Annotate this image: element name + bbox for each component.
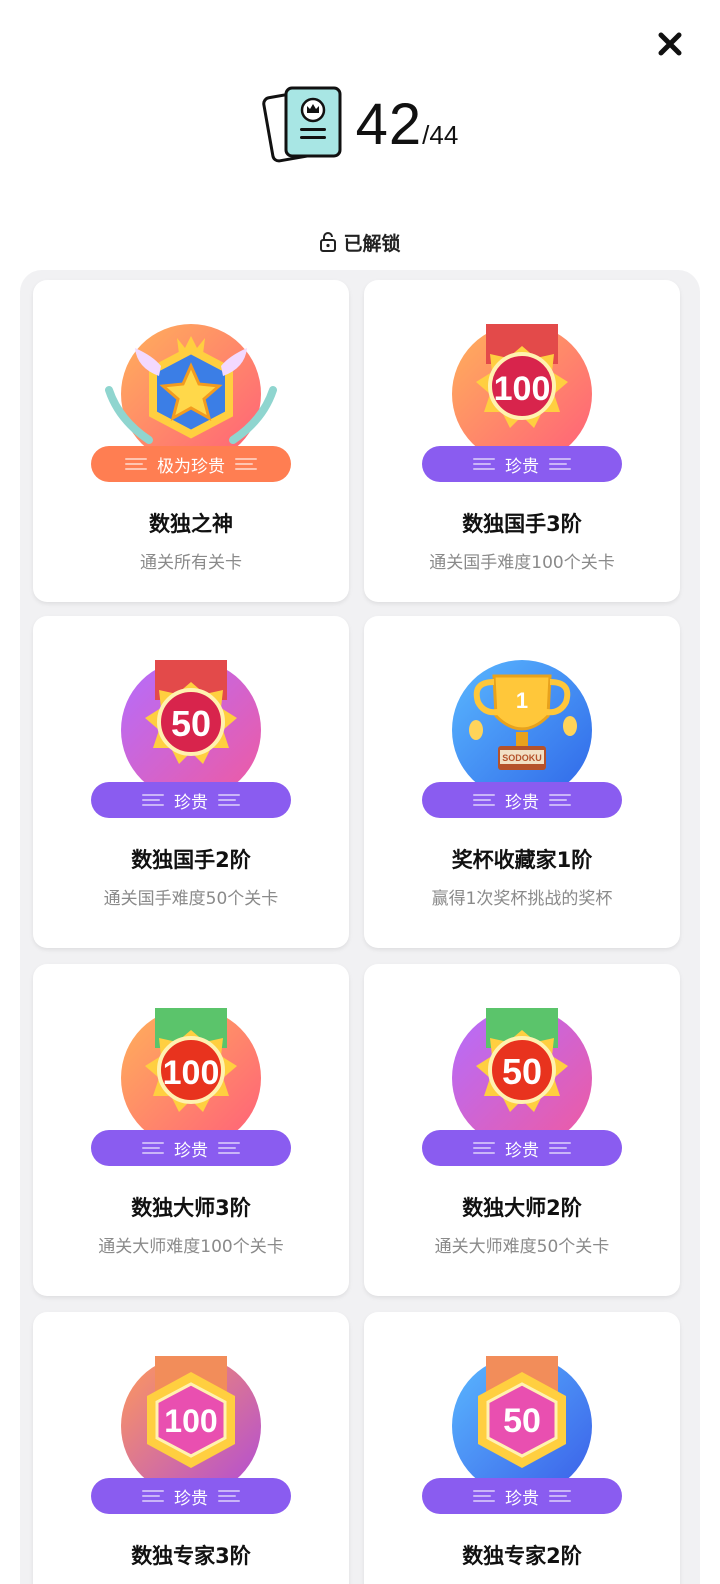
medal-number: 100: [164, 1403, 217, 1439]
stripes-left: [473, 458, 495, 470]
trophy-number: 1: [516, 688, 528, 713]
achievement-card[interactable]: SODOKU 1 珍贵 奖杯收藏家1阶 赢得1次奖杯挑战的奖杯: [364, 616, 680, 948]
achievement-title: 数独专家2阶: [462, 1544, 582, 1568]
rarity-pill: 极为珍贵: [91, 446, 291, 482]
unlock-icon: [320, 232, 337, 252]
rarity-pill: 珍贵: [91, 782, 291, 818]
stripes-right: [218, 1142, 240, 1154]
medal-number: 100: [163, 1054, 220, 1092]
rarity-pill: 珍贵: [422, 1478, 622, 1514]
achievement-title: 数独大师3阶: [131, 1196, 251, 1220]
stripes-left: [142, 1490, 164, 1502]
achievements-panel: 极为珍贵 数独之神 通关所有关卡 100 珍贵 数独国手3阶 通关国手难度100…: [20, 270, 700, 1584]
stripes-left: [473, 794, 495, 806]
stripes-right: [549, 458, 571, 470]
achievement-title: 奖杯收藏家1阶: [451, 848, 593, 872]
achievement-desc: 通关大师难度50个关卡: [434, 1237, 610, 1257]
medal-number: 50: [503, 1402, 541, 1440]
rarity-label: 珍贵: [174, 792, 208, 813]
achievement-desc: 通关国手难度50个关卡: [103, 889, 279, 909]
rarity-pill: 珍贵: [91, 1130, 291, 1166]
achievement-title: 数独专家3阶: [131, 1544, 251, 1568]
achievement-title: 数独大师2阶: [462, 1196, 582, 1220]
medal-number: 100: [494, 370, 551, 408]
achievement-card[interactable]: 50 珍贵 数独专家2阶: [364, 1312, 680, 1584]
trophy-label: SODOKU: [502, 753, 542, 763]
rarity-label: 极为珍贵: [157, 456, 225, 477]
stripes-right: [549, 1490, 571, 1502]
rarity-pill: 珍贵: [91, 1478, 291, 1514]
achievement-book-icon: [261, 86, 342, 163]
achievement-desc: 通关所有关卡: [140, 553, 242, 573]
stripes-right: [218, 794, 240, 806]
achievement-desc: 通关大师难度100个关卡: [98, 1237, 284, 1257]
achievement-desc: 通关国手难度100个关卡: [429, 553, 615, 573]
unlocked-label-text: 已解锁: [343, 232, 401, 255]
medal-number: 50: [171, 703, 211, 744]
stripes-left: [125, 458, 147, 470]
unlocked-section-label: 已解锁: [0, 228, 720, 256]
rarity-label: 珍贵: [505, 1140, 539, 1161]
close-icon: [658, 32, 682, 56]
rarity-label: 珍贵: [505, 792, 539, 813]
stripes-right: [549, 794, 571, 806]
achievement-title: 数独国手2阶: [131, 848, 251, 872]
stripes-left: [142, 1142, 164, 1154]
rarity-label: 珍贵: [174, 1140, 208, 1161]
rarity-pill: 珍贵: [422, 446, 622, 482]
medal-number: 50: [502, 1051, 542, 1092]
achievement-card[interactable]: 100 珍贵 数独国手3阶 通关国手难度100个关卡: [364, 280, 680, 602]
close-button[interactable]: [652, 26, 688, 62]
achievement-card[interactable]: 极为珍贵 数独之神 通关所有关卡: [33, 280, 349, 602]
achievement-title: 数独之神: [149, 512, 233, 536]
stripes-right: [218, 1490, 240, 1502]
stripes-right: [235, 458, 257, 470]
achievement-counter: 42 /44: [0, 84, 720, 164]
rarity-pill: 珍贵: [422, 1130, 622, 1166]
stripes-left: [473, 1142, 495, 1154]
achievement-desc: 赢得1次奖杯挑战的奖杯: [431, 889, 613, 909]
rarity-label: 珍贵: [505, 456, 539, 477]
stripes-left: [473, 1490, 495, 1502]
unlocked-count: 42: [355, 91, 423, 157]
stripes-left: [142, 794, 164, 806]
achievement-card[interactable]: 100 珍贵 数独专家3阶: [33, 1312, 349, 1584]
achievement-card[interactable]: 50 珍贵 数独大师2阶 通关大师难度50个关卡: [364, 964, 680, 1296]
stripes-right: [549, 1142, 571, 1154]
achievement-title: 数独国手3阶: [462, 512, 582, 536]
achievement-card[interactable]: 100 珍贵 数独大师3阶 通关大师难度100个关卡: [33, 964, 349, 1296]
achievement-card[interactable]: 50 珍贵 数独国手2阶 通关国手难度50个关卡: [33, 616, 349, 948]
total-count: /44: [422, 119, 459, 150]
rarity-label: 珍贵: [174, 1488, 208, 1509]
rarity-label: 珍贵: [505, 1488, 539, 1509]
rarity-pill: 珍贵: [422, 782, 622, 818]
